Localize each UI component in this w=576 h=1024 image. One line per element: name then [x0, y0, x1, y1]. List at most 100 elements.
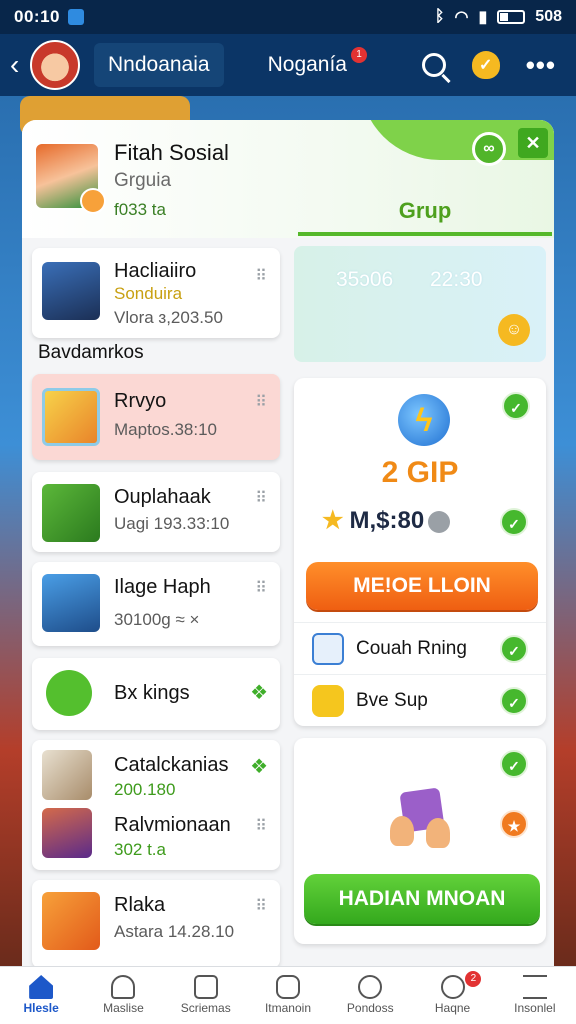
reward-card: ϟ ✓ 2 GIP ★ M,$:80 ✓ ME!OE LLOIN Couah Rn… [294, 378, 546, 726]
list-item-game-icon [42, 484, 100, 542]
stat-box: 35ɔ06 22:30 ☺ [294, 246, 546, 362]
reward-option-label: Bve Sup [356, 690, 428, 711]
app-bar-actions: ✓ ••• [421, 50, 556, 81]
list-item-title: Ilage Haph [114, 576, 211, 598]
star-icon: ★ [322, 507, 344, 534]
star-badge-icon[interactable]: ★ [500, 810, 528, 838]
list-item-detail: Uagi 193.33:10 [114, 514, 230, 533]
drag-handle-icon[interactable]: ⠿ [255, 488, 267, 508]
nav-label: Haqne [434, 1001, 471, 1015]
check-badge-icon[interactable]: ✓ [500, 750, 528, 778]
app-logo[interactable] [30, 40, 80, 90]
list-item-avatar[interactable] [42, 808, 92, 858]
list-item[interactable]: Ouplahaak Uagi 193.33:10 ⠿ [32, 472, 280, 552]
nav-label: Maslise [103, 1001, 144, 1015]
nav-home[interactable]: Hlesle [0, 967, 82, 1024]
list-item[interactable]: Rlaka Astara 14.28.10 ⠿ [32, 880, 280, 968]
drag-handle-icon[interactable]: ⠿ [255, 816, 267, 836]
wifi-icon: ◠ [454, 9, 469, 26]
list-item-game-icon [42, 892, 100, 950]
nav-label: Pondoss [346, 1001, 394, 1015]
drag-handle-icon[interactable]: ⠿ [255, 392, 267, 412]
profile-avatar[interactable] [34, 142, 106, 214]
shield-badge-icon[interactable]: ✓ [471, 51, 500, 79]
nav-notification-badge: 2 [465, 971, 482, 987]
drag-handle-icon[interactable]: ⠿ [255, 896, 267, 916]
reward-amount: 2 GIP [381, 456, 459, 489]
list-item-detail: Vlora ɜ,203.50 [114, 308, 223, 327]
nav-item-4[interactable]: Itmanoin [247, 967, 329, 1024]
status-icons: ᛒ ◠ ▮ 508 [435, 7, 562, 27]
favorite-icon[interactable]: ❖ [250, 680, 268, 705]
note-icon [193, 975, 218, 999]
list-item-avatar [42, 574, 100, 632]
check-badge-icon[interactable]: ✓ [500, 508, 528, 536]
chart-icon [312, 633, 344, 665]
drag-handle-icon[interactable]: ⠿ [255, 578, 267, 598]
tab-secondary-label: Noganía [267, 53, 347, 76]
list-item-detail: 200.180 [114, 780, 176, 799]
menu-icon [522, 975, 547, 999]
profile-header: Fitah Sosial Grguia f033 ta ∞ ✕ Grup [22, 120, 554, 238]
list-item-game-icon[interactable] [42, 750, 92, 800]
list-item-icon [46, 670, 92, 716]
drag-handle-icon[interactable]: ⠿ [255, 266, 267, 286]
gift-illustration [390, 787, 452, 852]
list-item-title: Ralvmionaan [114, 814, 231, 836]
smiley-icon [312, 685, 344, 717]
tab-notification-badge: 1 [351, 47, 367, 63]
stat-value-1: 35ɔ06 [336, 268, 394, 291]
character-icon [390, 816, 414, 846]
list-item[interactable]: Ilage Haph 30100g ≈ × ⠿ [32, 562, 280, 646]
section-label: Bavdamrkos [38, 342, 144, 363]
tab-primary[interactable]: Nndoanaia [94, 43, 224, 87]
check-badge-icon[interactable]: ✓ [502, 392, 530, 420]
list-group: Catalckanias 200.180 ❖ Ralvmionaan 302 t… [32, 740, 280, 870]
stat-value-2: 22:30 [430, 268, 483, 291]
battery-icon [497, 10, 526, 24]
bottom-navigation: Hlesle Maslise Scriemas Itmanoin Pondoss… [0, 966, 576, 1024]
favorite-icon[interactable]: ❖ [250, 754, 268, 779]
reward-option[interactable]: Couah Rning ✓ [294, 622, 546, 674]
reward-button[interactable]: HADIAN MNOAN [304, 874, 540, 924]
reward-price: M,$:80 [349, 507, 425, 534]
check-badge-icon: ✓ [500, 635, 528, 663]
more-options-icon[interactable]: ••• [526, 50, 556, 81]
list-item[interactable]: Bx kings ❖ [32, 658, 280, 730]
list-item-detail: Maptos.38:10 [114, 420, 218, 439]
status-bar: 00:10 ᛒ ◠ ▮ 508 [0, 0, 576, 34]
nav-item-6[interactable]: 2 Haqne [411, 967, 493, 1024]
bluetooth-icon: ᛒ [434, 8, 445, 25]
reward-price-row: ★ M,$:80 [322, 506, 451, 535]
list-item-detail: Astara 14.28.10 [114, 922, 235, 941]
reward-option[interactable]: Bve Sup ✓ [294, 674, 546, 726]
list-item-title: Catalckanias [114, 754, 229, 776]
chat-icon[interactable]: ☺ [498, 314, 530, 346]
list-item-subtitle: Sonduira [114, 284, 183, 303]
avatar-mini-badge [80, 188, 106, 214]
signal-icon: ▮ [478, 9, 488, 26]
tab-secondary[interactable]: Noganía 1 [254, 43, 367, 87]
search-icon[interactable] [421, 53, 446, 77]
nav-item-5[interactable]: Pondoss [329, 967, 411, 1024]
list-item[interactable]: Rrvyo Maptos.38:10 ⠿ [32, 374, 280, 460]
nav-label: Itmanoin [264, 1001, 311, 1015]
list-item-title: Rlaka [114, 894, 166, 916]
target-icon [440, 975, 465, 999]
close-icon[interactable]: ✕ [518, 128, 548, 158]
list-item-avatar [42, 262, 100, 320]
nav-item-3[interactable]: Scriemas [165, 967, 247, 1024]
list-item[interactable]: Hacliaiiro Sonduira Vlora ɜ,203.50 ⠿ [32, 248, 280, 338]
status-time: 00:10 [14, 7, 60, 26]
nav-label: Hlesle [23, 1001, 59, 1015]
battery-level: 508 [535, 8, 562, 25]
nav-label: Insonlel [514, 1001, 556, 1015]
nav-item-2[interactable]: Maslise [82, 967, 164, 1024]
claim-button[interactable]: ME!OE LLOIN [306, 562, 538, 610]
nav-item-7[interactable]: Insonlel [494, 967, 576, 1024]
link-icon[interactable]: ∞ [472, 132, 506, 166]
list-item-title: Bx kings [114, 682, 190, 704]
profile-name: Fitah Sosial [114, 140, 229, 165]
list-item-game-icon [42, 388, 100, 446]
tab-group[interactable]: Grup [298, 190, 552, 236]
